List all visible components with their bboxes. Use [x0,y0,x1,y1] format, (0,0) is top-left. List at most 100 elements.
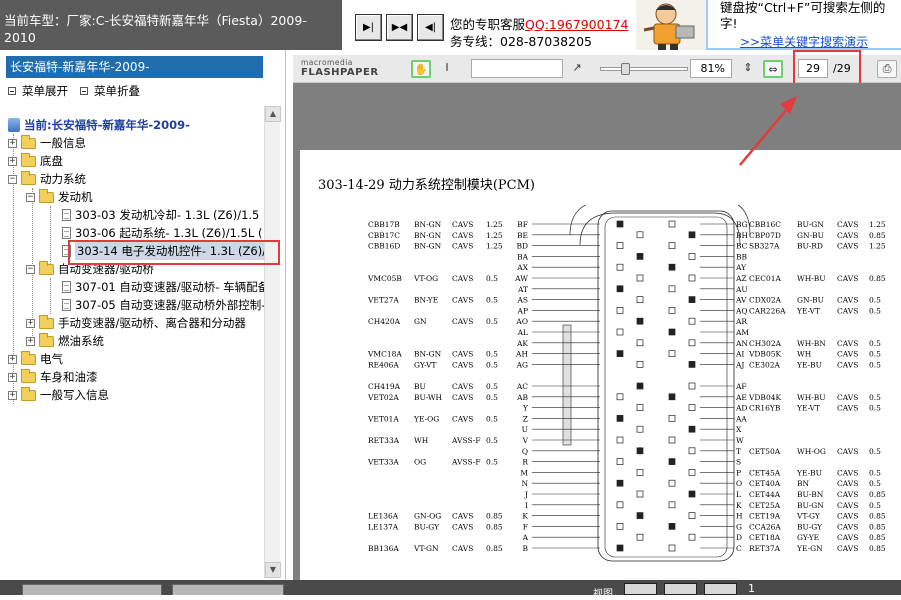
expand-plus-icon[interactable]: + [8,354,17,364]
view-label: 视图 [593,589,613,600]
bottom-tab[interactable] [22,584,162,595]
wire-circuit-label: VDB05K [748,350,781,359]
expand-plus-icon[interactable]: + [8,156,17,166]
bottom-bar: 视图 1 [0,580,901,600]
connector-pin [668,523,676,530]
expand-plus-icon[interactable]: + [8,390,17,400]
tree-item-general-info[interactable]: + 一般信息 [8,134,86,152]
wire-size-label: 0.5 [486,458,498,467]
tree-item-label: 底盘 [40,154,63,168]
tree-item-doc[interactable]: 307-05 自动变速器/驱动桥外部控制- [62,296,264,314]
pin-label: F [523,522,528,531]
tree-item-manual-transmission[interactable]: + 手动变速器/驱动桥、离合器和分动器 [26,314,246,332]
tree-item-label: 307-01 自动变速器/驱动桥- 车辆配备 [75,280,264,294]
menu-expand-button[interactable]: 菜单展开 [8,83,68,99]
wire-color-label: GY-VT [414,360,436,369]
search-input[interactable] [471,59,563,78]
print-button[interactable]: ⎙ [877,60,897,78]
collapse-minus-icon[interactable]: − [26,192,35,202]
wire-color-label: BU-GY [414,522,440,531]
hand-tool-button[interactable]: ✋ [411,60,431,78]
tree-root[interactable]: 当前:长安福特-新嘉年华-2009- [8,116,190,134]
pin-label: S [736,458,741,467]
sidebar-scrollbar[interactable]: ▲ ▼ [264,106,281,578]
view-facing-button[interactable] [704,583,737,595]
wire-size-label: 0.5 [869,306,881,315]
wire-color-label: GN-OG [414,512,441,521]
tree-item-powertrain[interactable]: − 动力系统 [8,170,86,188]
tree-item-label: 动力系统 [40,172,86,186]
wire-circuit-label: CH420A [368,317,401,326]
pin-label: P [736,468,741,477]
collapse-minus-icon[interactable]: − [8,174,17,184]
pin-label: BG [736,220,748,229]
tree-item-doc[interactable]: 303-03 发动机冷却- 1.3L (Z6)/1.5 [62,206,259,224]
wire-size-label: 0.5 [869,447,881,456]
scroll-down-icon[interactable]: ▼ [265,562,281,578]
zoom-slider[interactable] [600,63,688,75]
connector-pin [636,317,644,325]
pin-label: BF [517,220,528,229]
fit-width-button[interactable]: ⇔ [763,60,783,78]
wire-circuit-label: LE137A [368,522,399,531]
nav-next-button[interactable]: ▶| [355,14,382,41]
collapse-minus-icon[interactable]: − [26,264,35,274]
search-hint-box: 键盘按“Ctrl+F”可搜索左侧的字! >>菜单关键字搜索演示 [706,0,901,50]
connector-pin [688,533,696,541]
wire-color-label: YE-VT [796,306,820,315]
view-single-button[interactable] [624,583,657,595]
zoom-field[interactable]: 81% [690,59,732,78]
pin-label: AC [516,382,528,391]
qq-link[interactable]: QQ:1967900174 [525,17,628,32]
expand-plus-icon[interactable]: + [8,372,17,382]
wire-circuit-label: VMC05B [367,274,402,283]
pin-label: AY [735,263,747,272]
zoom-slider-knob[interactable] [621,63,630,75]
scroll-up-icon[interactable]: ▲ [265,106,281,122]
folder-open-icon [21,170,36,185]
app-header: 当前车型：厂家:C-长安福特新嘉年华（Fiesta）2009-2010 ▶| ▶… [0,0,901,50]
pin-label: R [522,458,528,467]
pin-label: D [736,533,742,542]
folder-icon [39,332,54,347]
wire-type-label: CAVS [837,533,858,542]
text-select-button[interactable]: I [437,60,457,78]
pin-label: BA [517,252,529,261]
wire-type-label: CAVS [837,274,858,283]
tree-item-general-write[interactable]: + 一般写入信息 [8,386,109,404]
tree-item-body-paint[interactable]: + 车身和油漆 [8,368,98,386]
document-viewer[interactable]: 303-14-29 动力系统控制模块(PCM) CBB17B BN-GN CAVS 1… [293,83,901,580]
pin-label: Q [522,447,528,456]
bottom-tab[interactable] [172,584,284,595]
nav-prev-button[interactable]: ◀| [417,14,444,41]
expand-plus-icon[interactable]: + [26,318,35,328]
wire-color-label: YE-GN [796,544,823,553]
tree-item-engine[interactable]: − 发动机 [26,188,93,206]
tree-item-electrical[interactable]: + 电气 [8,350,63,368]
sidebar: 长安福特-新嘉年华-2009- 菜单展开 菜单折叠 当前:长安福特-新嘉年华-2… [0,50,286,580]
search-button[interactable]: ↗ [567,60,587,78]
search-demo-link[interactable]: >>菜单关键字搜索演示 [740,33,868,50]
wire-size-label: 0.5 [869,393,881,402]
tree-item-label: 发动机 [58,190,93,204]
view-continuous-button[interactable] [664,583,697,595]
fit-height-button[interactable]: ⇕ [738,60,758,78]
menu-collapse-button[interactable]: 菜单折叠 [80,83,140,99]
expand-plus-icon[interactable]: + [8,138,17,148]
pin-label: G [736,522,742,531]
wire-color-label: BU-RD [797,242,823,251]
wire-color-label: OG [414,458,426,467]
tree-item-chassis[interactable]: + 底盘 [8,152,63,170]
wire-size-label: 0.5 [486,436,498,445]
connector-pin [616,458,624,465]
connector-pin [616,501,624,509]
wire-color-label: BN-YE [414,296,438,305]
tree-item-fuel-system[interactable]: + 燃油系统 [26,332,104,350]
pin-label: BE [517,231,528,240]
wire-circuit-label: CET50A [749,447,781,456]
nav-toggle-button[interactable]: ▶◀ [386,14,413,41]
wire-size-label: 0.5 [869,350,881,359]
wire-color-label: WH-BU [797,393,826,402]
tree-item-doc[interactable]: 307-01 自动变速器/驱动桥- 车辆配备 [62,278,264,296]
expand-plus-icon[interactable]: + [26,336,35,346]
